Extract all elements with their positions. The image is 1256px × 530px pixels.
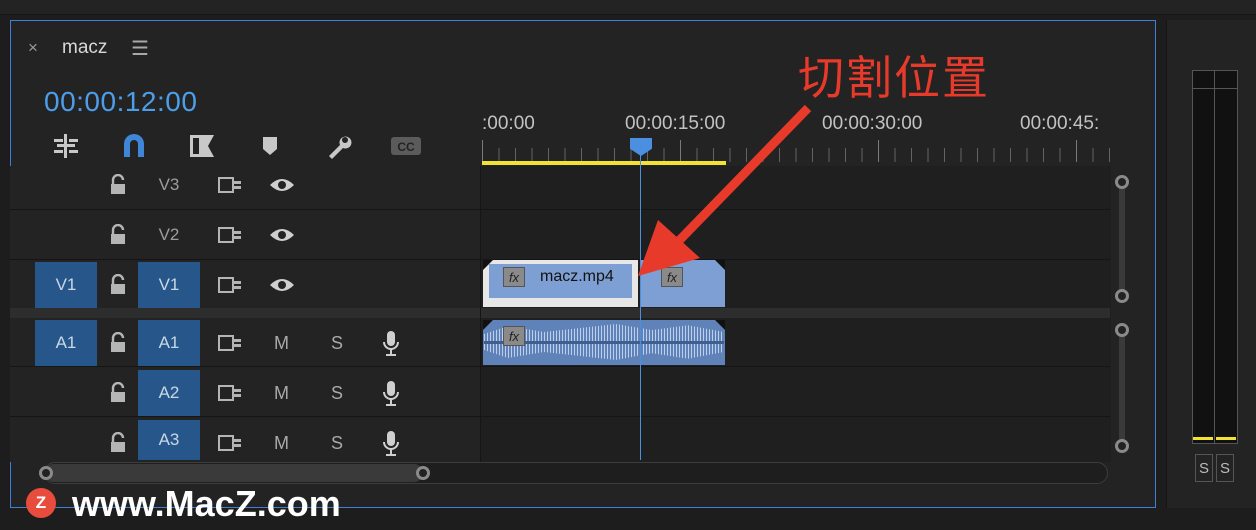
solo-button[interactable]: S <box>331 433 343 454</box>
sync-lock-icon[interactable] <box>216 379 244 407</box>
magnet-icon[interactable] <box>118 130 150 162</box>
clip-corner <box>715 320 725 330</box>
sync-lock-icon[interactable] <box>216 429 244 457</box>
audio-vertical-scrollbar[interactable] <box>1119 330 1125 446</box>
track-name-v2: V2 <box>158 225 180 244</box>
wrench-icon[interactable] <box>322 130 354 162</box>
eye-icon[interactable] <box>268 271 296 299</box>
sync-lock-icon[interactable] <box>216 221 244 249</box>
mute-button[interactable]: M <box>274 383 289 404</box>
lock-icon[interactable] <box>104 271 132 299</box>
scroll-knob[interactable] <box>1115 323 1129 337</box>
close-tab-icon[interactable]: × <box>28 38 38 58</box>
microphone-icon[interactable] <box>377 429 405 457</box>
track-separator <box>10 416 1110 417</box>
watermark-logo: Z <box>26 488 56 518</box>
sync-lock-icon[interactable] <box>216 171 244 199</box>
track-target-a3[interactable]: A3 <box>138 420 200 460</box>
meter-level-right <box>1216 437 1236 440</box>
mute-button[interactable]: M <box>274 333 289 354</box>
marker-icon[interactable] <box>254 130 286 162</box>
audio-meter <box>1192 70 1238 444</box>
meter-channel-divider <box>1214 70 1215 444</box>
track-separator <box>10 209 1110 210</box>
ruler-label: 00:00:30:00 <box>822 113 923 134</box>
fx-badge[interactable]: fx <box>503 267 525 287</box>
source-patch-a1[interactable]: A1 <box>35 320 97 366</box>
svg-text:CC: CC <box>397 140 415 154</box>
eye-icon[interactable] <box>268 171 296 199</box>
clip-corner <box>483 320 493 330</box>
scroll-knob[interactable] <box>1115 175 1129 189</box>
ruler-label: :00:00 <box>482 113 535 134</box>
playhead-timecode[interactable]: 00:00:12:00 <box>44 86 197 118</box>
video-vertical-scrollbar[interactable] <box>1119 182 1125 296</box>
source-patch-v1[interactable]: V1 <box>35 262 97 308</box>
microphone-icon[interactable] <box>377 329 405 357</box>
track-target-v1[interactable]: V1 <box>138 262 200 308</box>
meter-level-left <box>1193 437 1213 440</box>
scroll-knob[interactable] <box>1115 439 1129 453</box>
captions-icon[interactable]: CC <box>390 130 422 162</box>
lock-icon[interactable] <box>104 329 132 357</box>
annotation-arrow-icon <box>638 104 812 276</box>
ruler-label: 00:00:45: <box>1020 113 1100 134</box>
scroll-knob[interactable] <box>39 466 53 480</box>
solo-right-button[interactable]: S <box>1216 454 1234 482</box>
solo-button[interactable]: S <box>331 333 343 354</box>
sync-lock-icon[interactable] <box>216 329 244 357</box>
lock-icon[interactable] <box>104 171 132 199</box>
microphone-icon[interactable] <box>377 379 405 407</box>
header-divider <box>480 166 481 462</box>
solo-button[interactable]: S <box>331 383 343 404</box>
lock-icon[interactable] <box>104 221 132 249</box>
lock-icon[interactable] <box>104 429 132 457</box>
panel-menu-icon[interactable]: ☰ <box>131 36 149 61</box>
track-separator <box>10 366 1110 367</box>
scroll-knob[interactable] <box>416 466 430 480</box>
eye-icon[interactable] <box>268 221 296 249</box>
watermark-text: www.MacZ.com <box>72 483 341 524</box>
clip-corner <box>483 260 493 270</box>
insert-snap-icon[interactable] <box>50 130 82 162</box>
fx-badge[interactable]: fx <box>503 326 525 346</box>
video-audio-divider[interactable] <box>10 308 1110 318</box>
annotation-label: 切割位置 <box>798 51 990 105</box>
mute-button[interactable]: M <box>274 433 289 454</box>
meter-header-line <box>1192 88 1238 89</box>
horizontal-scroll-thumb[interactable] <box>45 464 423 482</box>
sync-lock-icon[interactable] <box>216 271 244 299</box>
clip-name: macz.mp4 <box>540 268 614 285</box>
lock-icon[interactable] <box>104 379 132 407</box>
top-strip <box>0 0 1256 15</box>
solo-left-button[interactable]: S <box>1195 454 1213 482</box>
linked-selection-icon[interactable] <box>186 130 218 162</box>
track-target-a1[interactable]: A1 <box>138 320 200 366</box>
scroll-knob[interactable] <box>1115 289 1129 303</box>
track-target-a2[interactable]: A2 <box>138 370 200 416</box>
sequence-tab-title[interactable]: macz <box>62 37 107 59</box>
track-name-v3: V3 <box>158 175 180 194</box>
